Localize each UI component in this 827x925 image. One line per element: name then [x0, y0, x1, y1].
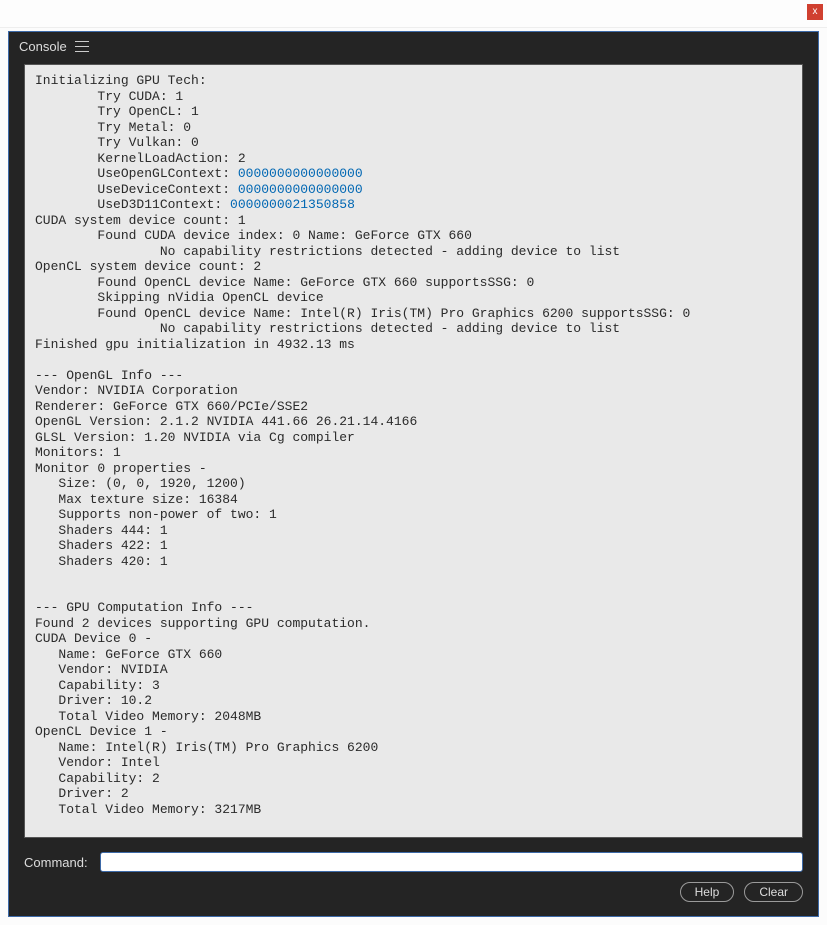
log-line: Renderer: GeForce GTX 660/PCIe/SSE2: [35, 399, 308, 414]
log-line: Driver: 10.2: [35, 693, 152, 708]
console-panel: Console Initializing GPU Tech: Try CUDA:…: [8, 31, 819, 917]
log-line: UseD3D11Context:: [35, 197, 230, 212]
log-line: Shaders 420: 1: [35, 554, 168, 569]
log-line: Vendor: Intel: [35, 755, 160, 770]
log-line: CUDA Device 0 -: [35, 631, 152, 646]
log-line: Try CUDA: 1: [35, 89, 183, 104]
console-window: x Console Initializing GPU Tech: Try CUD…: [0, 0, 827, 925]
log-line: Vendor: NVIDIA: [35, 662, 168, 677]
log-line: Initializing GPU Tech:: [35, 73, 207, 88]
log-line: OpenCL Device 1 -: [35, 724, 168, 739]
log-line: --- GPU Computation Info ---: [35, 600, 253, 615]
log-line: Try Vulkan: 0: [35, 135, 199, 150]
titlebar[interactable]: x: [0, 0, 827, 28]
log-line: Total Video Memory: 3217MB: [35, 802, 261, 817]
help-button-label: Help: [695, 885, 720, 899]
log-line: Shaders 422: 1: [35, 538, 168, 553]
log-line: Name: Intel(R) Iris(TM) Pro Graphics 620…: [35, 740, 378, 755]
log-line: Capability: 3: [35, 678, 160, 693]
help-button[interactable]: Help: [680, 882, 735, 902]
console-output[interactable]: Initializing GPU Tech: Try CUDA: 1 Try O…: [24, 64, 803, 838]
log-hex: 0000000000000000: [238, 182, 363, 197]
log-line: --- OpenGL Info ---: [35, 368, 183, 383]
log-line: Size: (0, 0, 1920, 1200): [35, 476, 246, 491]
log-line: Found 2 devices supporting GPU computati…: [35, 616, 370, 631]
log-line: Try Metal: 0: [35, 120, 191, 135]
log-line: OpenCL system device count: 2: [35, 259, 261, 274]
log-line: No capability restrictions detected - ad…: [35, 321, 620, 336]
command-input[interactable]: [100, 852, 803, 872]
log-line: Name: GeForce GTX 660: [35, 647, 222, 662]
log-line: UseDeviceContext:: [35, 182, 238, 197]
log-line: Found OpenCL device Name: Intel(R) Iris(…: [35, 306, 690, 321]
log-line: Vendor: NVIDIA Corporation: [35, 383, 238, 398]
log-line: Driver: 2: [35, 786, 129, 801]
log-line: Monitors: 1: [35, 445, 121, 460]
log-line: Found CUDA device index: 0 Name: GeForce…: [35, 228, 472, 243]
log-line: GLSL Version: 1.20 NVIDIA via Cg compile…: [35, 430, 355, 445]
clear-button-label: Clear: [759, 885, 788, 899]
log-hex: 0000000021350858: [230, 197, 355, 212]
button-row: Help Clear: [9, 882, 818, 916]
command-row: Command:: [9, 846, 818, 882]
close-icon: x: [813, 6, 818, 17]
panel-menu-icon[interactable]: [75, 41, 89, 52]
log-line: No capability restrictions detected - ad…: [35, 244, 620, 259]
log-line: CUDA system device count: 1: [35, 213, 246, 228]
log-line: Max texture size: 16384: [35, 492, 238, 507]
log-line: Found OpenCL device Name: GeForce GTX 66…: [35, 275, 534, 290]
log-line: Monitor 0 properties -: [35, 461, 214, 476]
log-line: Total Video Memory: 2048MB: [35, 709, 261, 724]
log-line: Skipping nVidia OpenCL device: [35, 290, 324, 305]
log-line: Capability: 2: [35, 771, 160, 786]
log-line: Supports non-power of two: 1: [35, 507, 277, 522]
panel-header: Console: [9, 32, 818, 60]
panel-title: Console: [19, 39, 67, 54]
log-line: Finished gpu initialization in 4932.13 m…: [35, 337, 355, 352]
command-label: Command:: [24, 855, 88, 870]
log-line: Try OpenCL: 1: [35, 104, 199, 119]
log-hex: 0000000000000000: [238, 166, 363, 181]
log-line: KernelLoadAction: 2: [35, 151, 246, 166]
close-button[interactable]: x: [807, 4, 823, 20]
log-line: UseOpenGLContext:: [35, 166, 238, 181]
clear-button[interactable]: Clear: [744, 882, 803, 902]
log-line: Shaders 444: 1: [35, 523, 168, 538]
log-line: OpenGL Version: 2.1.2 NVIDIA 441.66 26.2…: [35, 414, 417, 429]
